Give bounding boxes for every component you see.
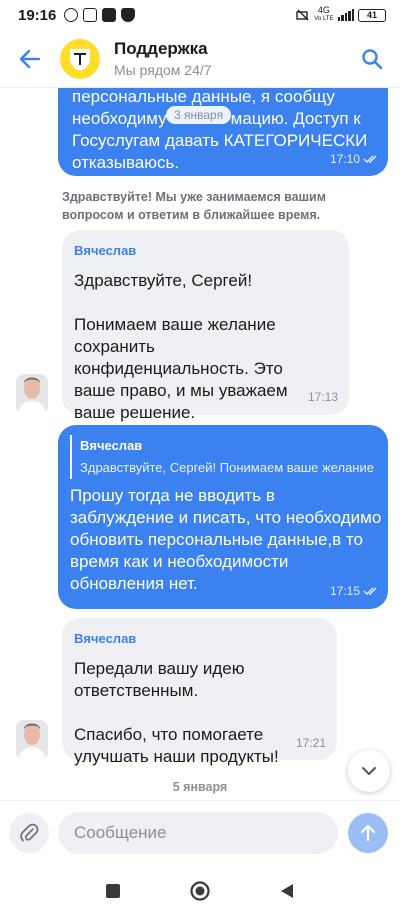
operator-avatar[interactable] (16, 374, 48, 414)
triangle-back-icon (280, 883, 293, 898)
upload-icon (102, 8, 117, 22)
double-check-icon (363, 587, 377, 595)
battery-icon: 41 (358, 8, 386, 22)
sender-name: Вячеслав (74, 243, 137, 258)
reply-quote[interactable]: Вячеслав Здравствуйте, Сергей! Понимаем … (70, 435, 380, 479)
message-list[interactable]: персональные данные, я сообщу необходиму… (0, 88, 400, 800)
message-text: Понимаем ваше желание сохранить конфиден… (74, 315, 288, 422)
quote-sender: Вячеслав (80, 438, 143, 453)
network-label: 4G Vo LTE (314, 5, 334, 23)
sender-name: Вячеслав (74, 631, 137, 646)
message-text: Здравствуйте, Сергей! (74, 271, 253, 290)
date-overlay: 3 января (166, 106, 232, 124)
message-composer (0, 800, 400, 864)
search-button[interactable] (344, 30, 400, 88)
chat-title: Поддержка (114, 39, 208, 58)
paperclip-icon (20, 823, 39, 841)
chat-header: Поддержка Мы рядом 24/7 (0, 30, 400, 88)
back-button[interactable] (0, 30, 60, 88)
circle-icon (190, 880, 210, 901)
incoming-message[interactable]: Вячеслав Здравствуйте, Сергей! Понимаем … (62, 230, 349, 422)
message-time: 17:13 (308, 390, 339, 404)
operator-avatar[interactable] (16, 720, 48, 760)
search-icon (362, 48, 383, 69)
alarm-icon (64, 8, 79, 22)
chat-title-block[interactable]: Поддержка Мы рядом 24/7 (114, 39, 212, 78)
shield-icon (121, 8, 136, 22)
support-logo[interactable] (60, 38, 100, 79)
message-text-line: Госуслугам давать КАТЕГОРИЧЕСКИ (72, 131, 368, 150)
status-right: 4G Vo LTE 41 (296, 6, 386, 24)
message-time: 17:21 (296, 736, 327, 750)
quote-text: Здравствуйте, Сергей! Понимаем ваше жела… (80, 460, 374, 475)
mute-icon (296, 9, 309, 21)
double-check-icon (363, 155, 377, 163)
status-bar: 19:16 4G Vo LTE 41 (0, 0, 400, 30)
square-icon (106, 883, 121, 898)
scroll-down-button[interactable] (348, 750, 390, 792)
person-avatar-icon (16, 374, 48, 414)
chevron-down-icon (362, 767, 376, 775)
message-input[interactable] (58, 811, 338, 854)
arrow-left-icon (19, 49, 41, 68)
message-text: Прошу тогда не вводить в заблуждение и п… (70, 486, 382, 593)
person-avatar-icon (16, 720, 48, 760)
system-notice: Здравствуйте! Мы уже занимаемся вашим во… (62, 190, 326, 222)
date-divider: 5 января (172, 780, 228, 794)
outgoing-message[interactable]: Вячеслав Здравствуйте, Сергей! Понимаем … (58, 425, 388, 609)
status-time: 19:16 (18, 6, 57, 24)
message-text-line: персональные данные, я сообщу (72, 88, 335, 106)
send-button[interactable] (348, 812, 388, 853)
arrow-up-icon (360, 824, 376, 841)
telegram-icon (83, 8, 98, 22)
recents-button[interactable] (93, 871, 133, 911)
bank-logo-icon (70, 48, 90, 71)
signal-icon (337, 9, 354, 21)
attach-button[interactable] (0, 801, 58, 865)
message-time: 17:10 (330, 152, 379, 166)
message-text: Передали вашу идею ответственным. (74, 659, 245, 700)
home-button[interactable] (180, 871, 220, 911)
message-text: Спасибо, что помогаете улучшать наши про… (74, 725, 279, 766)
system-navigation-bar (0, 864, 400, 917)
back-nav-button[interactable] (267, 871, 307, 911)
message-time: 17:15 (330, 584, 379, 598)
chat-subtitle: Мы рядом 24/7 (114, 62, 212, 78)
